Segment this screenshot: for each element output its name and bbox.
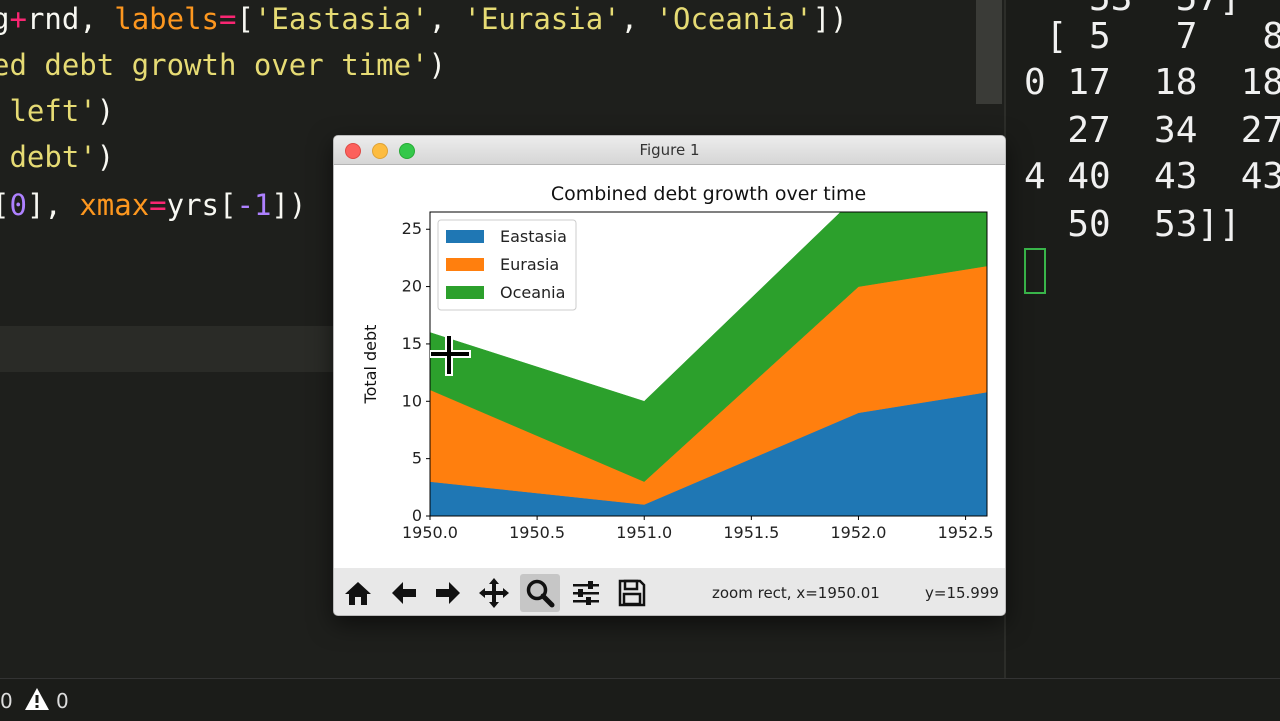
legend-swatch: [446, 286, 484, 299]
x-tick-label: 1951.5: [723, 523, 779, 542]
area-layer: [430, 212, 987, 516]
code-token: 'Eurasia': [463, 2, 621, 36]
code-line[interactable]: [0], xmax=yrs[-1]): [0, 188, 306, 222]
code-line[interactable]: g+rnd, labels=['Eastasia', 'Eurasia', 'O…: [0, 2, 848, 36]
terminal-line: 4 40 43 43: [1024, 156, 1280, 197]
home-button[interactable]: [338, 574, 378, 612]
legend-swatch: [446, 258, 484, 271]
forward-button[interactable]: [428, 574, 468, 612]
cursor-status-y: y=15.999: [925, 584, 999, 602]
code-line[interactable]: ed debt growth over time'): [0, 48, 446, 82]
x-tick-label: 1952.5: [938, 523, 994, 542]
terminal-cursor: [1024, 248, 1046, 294]
arrow-right-icon: [436, 582, 460, 604]
y-tick-label: 5: [412, 449, 422, 468]
floppy-disk-icon: [618, 579, 646, 607]
terminal-pane[interactable]: 53 57] [ 5 7 80 17 18 18 27 34 274 40 43…: [1006, 0, 1280, 678]
code-token: ed debt growth over time': [0, 48, 429, 82]
terminal-line: 27 34 27: [1024, 110, 1280, 151]
chart-title: Combined debt growth over time: [551, 183, 866, 205]
code-token: ,: [428, 2, 464, 36]
editor-scrollbar[interactable]: [976, 0, 1002, 104]
code-token: +: [9, 2, 27, 36]
crosshair-cursor-icon: [430, 335, 471, 376]
code-token: rnd,: [26, 2, 115, 36]
y-tick-label: 10: [402, 391, 422, 410]
y-tick-label: 0: [412, 506, 422, 525]
terminal-line: 0 17 18 18: [1024, 62, 1280, 103]
arrow-left-icon: [392, 582, 416, 604]
code-token: yrs[: [166, 188, 237, 222]
sliders-icon: [573, 581, 599, 605]
window-titlebar[interactable]: Figure 1: [334, 136, 1005, 165]
window-title: Figure 1: [639, 141, 700, 159]
cursor-status-x: zoom rect, x=1950.01: [712, 584, 880, 602]
legend-label: Oceania: [500, 283, 565, 302]
code-token: xmax: [79, 188, 150, 222]
status-bar: 0 0: [0, 678, 1280, 721]
terminal-line: [ 5 7 8: [1024, 16, 1280, 57]
y-axis-label: Total debt: [361, 325, 380, 405]
code-token: -1: [236, 188, 272, 222]
plot-toolbar: zoom rect, x=1950.01 y=15.999: [334, 568, 1005, 615]
code-token: =: [219, 2, 237, 36]
code-token: ],: [26, 188, 80, 222]
pan-button[interactable]: [474, 574, 514, 612]
save-button[interactable]: [612, 574, 652, 612]
back-button[interactable]: [384, 574, 424, 612]
y-tick-label: 20: [402, 277, 422, 296]
configure-subplots-button[interactable]: [566, 574, 606, 612]
x-tick-label: 1950.5: [509, 523, 565, 542]
legend-label: Eurasia: [500, 255, 559, 274]
code-token: 'Oceania': [655, 2, 813, 36]
code-token: ]): [271, 188, 307, 222]
error-count[interactable]: 0: [0, 689, 13, 713]
code-token: debt': [0, 140, 97, 174]
code-token: ): [96, 140, 115, 174]
code-token: ): [96, 94, 115, 128]
zoom-button[interactable]: [520, 574, 560, 612]
code-token: =: [149, 188, 167, 222]
code-token: ): [428, 48, 446, 82]
legend-swatch: [446, 230, 484, 243]
warning-count[interactable]: 0: [56, 689, 69, 713]
magnifier-icon: [526, 579, 555, 608]
code-token: left': [0, 94, 97, 128]
home-icon: [345, 582, 371, 605]
move-icon: [479, 578, 509, 608]
y-tick-label: 25: [402, 219, 422, 238]
x-tick-label: 1950.0: [402, 523, 458, 542]
code-token: ]): [812, 2, 848, 36]
x-tick-label: 1951.0: [616, 523, 672, 542]
code-line[interactable]: left'): [0, 94, 114, 128]
legend-label: Eastasia: [500, 227, 567, 246]
x-tick-label: 1952.0: [830, 523, 886, 542]
code-token: labels: [114, 2, 220, 36]
terminal-line: 50 53]]: [1024, 204, 1241, 245]
y-tick-label: 15: [402, 334, 422, 353]
code-token: 'Eastasia': [253, 2, 429, 36]
warning-icon[interactable]: [24, 687, 50, 711]
code-line[interactable]: debt'): [0, 140, 114, 174]
code-token: ,: [620, 2, 656, 36]
code-token: [: [236, 2, 254, 36]
code-token: 0: [9, 188, 27, 222]
